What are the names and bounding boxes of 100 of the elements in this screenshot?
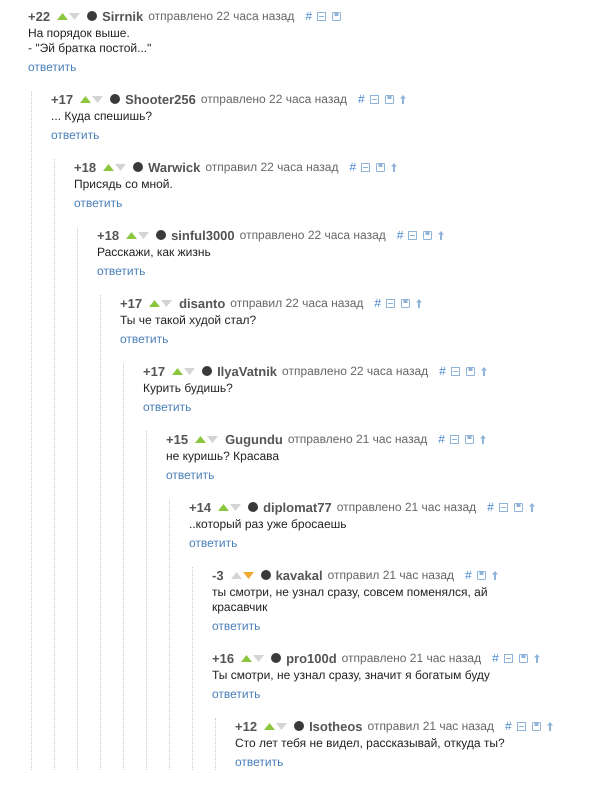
permalink[interactable]: # xyxy=(504,719,512,733)
author-name[interactable]: sinful3000 xyxy=(171,228,235,242)
author-name[interactable]: Isotheos xyxy=(309,718,363,734)
downvote-icon[interactable] xyxy=(161,300,172,306)
reply-link[interactable]: ответить xyxy=(51,128,100,143)
reply-link[interactable]: ответить xyxy=(28,60,76,75)
downvote-icon[interactable] xyxy=(276,722,288,730)
permalink[interactable]: # xyxy=(374,296,382,310)
comment-text: ..который раз уже бросаешь xyxy=(189,517,348,532)
up-arrow-icon[interactable] xyxy=(534,654,540,662)
permalink[interactable]: # xyxy=(305,9,312,23)
author-name[interactable]: pro100d xyxy=(286,650,337,666)
downvote-icon[interactable] xyxy=(207,436,218,442)
author-name[interactable]: Gugundu xyxy=(225,432,283,446)
reply-link[interactable]: ответить xyxy=(189,536,238,551)
upvote-icon[interactable] xyxy=(80,96,92,102)
comment-text: Расскажи, как жизнь xyxy=(97,245,212,260)
up-arrow-icon[interactable] xyxy=(546,722,553,730)
downvote-icon[interactable] xyxy=(115,164,126,170)
up-arrow-icon[interactable] xyxy=(480,434,486,444)
downvote-icon[interactable] xyxy=(138,232,150,238)
reply-link[interactable]: ответить xyxy=(212,619,260,634)
up-arrow-icon[interactable] xyxy=(480,366,487,376)
post-time: отправлено 21 час назад xyxy=(336,500,476,514)
downvote-icon[interactable] xyxy=(184,368,196,374)
comment-text: ты смотри, не узнал сразу, совсем поменялся, ай красавчик xyxy=(212,585,489,615)
author-name[interactable]: Shooter256 xyxy=(125,92,196,106)
post-time: отправлено 21 час назад xyxy=(342,651,482,665)
upvote-icon[interactable] xyxy=(103,164,114,170)
author-name[interactable]: disanto xyxy=(179,296,226,310)
permalink[interactable]: # xyxy=(358,92,365,106)
upvote-icon[interactable] xyxy=(195,436,206,442)
comment-text: На порядок выше. - "Эй братка постой..." xyxy=(28,26,152,56)
rating-score: +12 xyxy=(235,718,258,734)
author-name[interactable]: Warwick xyxy=(148,160,200,174)
upvote-icon[interactable] xyxy=(149,300,160,306)
downvote-icon[interactable] xyxy=(253,654,264,662)
up-arrow-icon[interactable] xyxy=(492,570,498,580)
rating-score: +17 xyxy=(143,364,166,378)
downvote-icon[interactable] xyxy=(92,96,104,102)
save-icon[interactable] xyxy=(466,366,475,376)
save-icon[interactable] xyxy=(332,12,342,20)
upvote-icon[interactable] xyxy=(241,654,252,662)
post-time: отправлено 22 часа назад xyxy=(240,228,386,242)
rating-score: +18 xyxy=(97,228,120,242)
up-arrow-icon[interactable] xyxy=(391,162,398,172)
upvote-icon[interactable] xyxy=(172,368,184,374)
author-name[interactable]: kavakal xyxy=(276,568,323,582)
upvote-icon[interactable] xyxy=(230,572,242,578)
save-icon[interactable] xyxy=(518,654,528,662)
author-name[interactable]: IlyaVatnik xyxy=(217,364,278,378)
rating-score: +16 xyxy=(212,650,234,666)
save-icon[interactable] xyxy=(476,570,486,580)
up-arrow-icon[interactable] xyxy=(528,502,535,512)
comment-text: Сто лет тебя не видел, рассказывай, откуда ты? xyxy=(235,736,506,751)
reply-link[interactable]: ответить xyxy=(235,755,284,770)
post-time: отправил 21 час назад xyxy=(368,719,494,733)
reply-link[interactable]: ответить xyxy=(143,400,192,415)
reply-link[interactable]: ответить xyxy=(74,196,122,211)
up-arrow-icon[interactable] xyxy=(438,230,444,240)
downvote-icon[interactable] xyxy=(230,504,242,510)
rating-score: +22 xyxy=(28,8,50,24)
save-icon[interactable] xyxy=(401,298,410,308)
post-time: отправил 21 час назад xyxy=(328,568,454,582)
downvote-icon[interactable] xyxy=(69,12,80,20)
up-arrow-icon[interactable] xyxy=(400,94,406,104)
reply-link[interactable]: ответить xyxy=(120,332,168,347)
up-arrow-icon[interactable] xyxy=(416,298,422,308)
upvote-icon[interactable] xyxy=(218,504,230,510)
permalink[interactable]: # xyxy=(492,651,499,665)
save-icon[interactable] xyxy=(423,230,432,240)
upvote-icon[interactable] xyxy=(57,12,68,20)
permalink[interactable]: # xyxy=(396,228,404,242)
author-name[interactable]: diplomat77 xyxy=(263,500,332,514)
upvote-icon[interactable] xyxy=(264,722,276,730)
comment-text: Присядь со мной. xyxy=(74,177,174,192)
post-time: отправлено 22 часа назад xyxy=(200,92,347,106)
permalink[interactable]: # xyxy=(349,160,356,174)
rating-score: +18 xyxy=(74,160,96,174)
permalink[interactable]: # xyxy=(438,432,445,446)
save-icon[interactable] xyxy=(532,722,541,730)
permalink[interactable]: # xyxy=(465,568,472,582)
comment-text: Курить будишь? xyxy=(143,381,234,396)
comment-text: Ты че такой худой стал? xyxy=(120,313,258,328)
save-icon[interactable] xyxy=(514,502,523,512)
downvote-icon[interactable] xyxy=(242,572,254,578)
save-icon[interactable] xyxy=(376,162,386,172)
author-name[interactable]: Sirrnik xyxy=(102,8,144,24)
post-time: отправлено 22 часа назад xyxy=(148,9,294,23)
reply-link[interactable]: ответить xyxy=(212,687,260,702)
reply-link[interactable]: ответить xyxy=(97,264,146,279)
permalink[interactable]: # xyxy=(487,500,494,514)
post-time: отправил 22 часа назад xyxy=(230,296,364,310)
rating-score: +17 xyxy=(120,296,142,310)
reply-link[interactable]: ответить xyxy=(166,468,214,483)
permalink[interactable]: # xyxy=(439,364,446,378)
save-icon[interactable] xyxy=(384,94,394,104)
rating-score: +15 xyxy=(166,432,188,446)
save-icon[interactable] xyxy=(464,434,474,444)
upvote-icon[interactable] xyxy=(126,232,138,238)
